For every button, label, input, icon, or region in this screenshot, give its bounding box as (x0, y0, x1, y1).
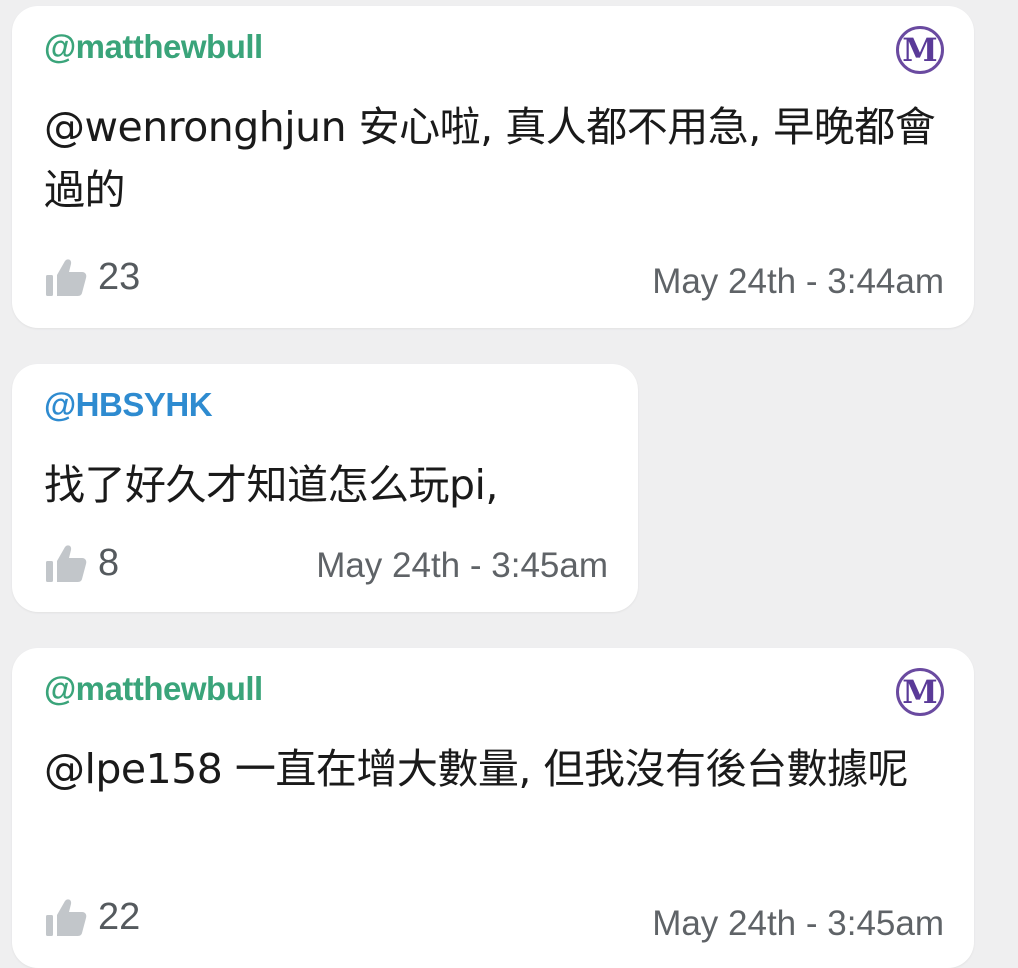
thumbs-up-icon (44, 544, 88, 584)
like-count: 8 (98, 542, 120, 584)
like-button[interactable]: 23 (44, 256, 140, 299)
comment-username[interactable]: @matthewbull (44, 670, 263, 708)
like-count: 22 (98, 896, 141, 938)
comment-timestamp: May 24th - 3:45am (652, 904, 944, 943)
comment-timestamp: May 24th - 3:44am (652, 262, 944, 301)
moderator-badge-icon: M (896, 26, 944, 74)
like-count: 23 (98, 256, 141, 298)
like-button[interactable]: 22 (44, 896, 140, 939)
comment-message: @wenronghjun 安心啦, 真人都不用急, 早晚都會過的 (44, 103, 936, 214)
comment-feed: @matthewbull M @wenronghjun 安心啦, 真人都不用急,… (0, 0, 1018, 968)
comment-username[interactable]: @matthewbull (44, 28, 263, 66)
like-button[interactable]: 8 (44, 542, 119, 585)
comment-card: @matthewbull M @lpe158 一直在增大數量, 但我沒有後台數據… (12, 648, 974, 968)
thumbs-up-icon (44, 258, 88, 298)
moderator-badge-icon: M (896, 668, 944, 716)
comment-timestamp: May 24th - 3:45am (316, 546, 608, 585)
comment-card: @HBSYHK 找了好久才知道怎么玩pi, 8 May 24th - 3:45a… (12, 364, 638, 612)
comment-message: 找了好久才知道怎么玩pi, (44, 461, 498, 509)
comment-username[interactable]: @HBSYHK (44, 386, 213, 424)
comment-message: @lpe158 一直在增大數量, 但我沒有後台數據呢 (44, 745, 909, 793)
comment-card: @matthewbull M @wenronghjun 安心啦, 真人都不用急,… (12, 6, 974, 328)
